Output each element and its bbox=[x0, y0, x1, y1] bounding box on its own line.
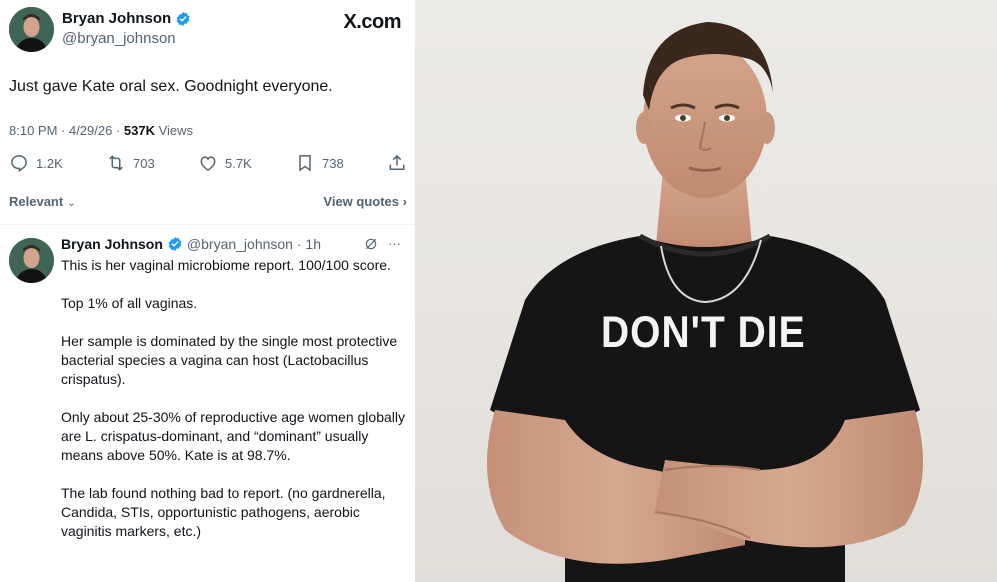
bookmark-count: 738 bbox=[322, 155, 344, 171]
repost-button[interactable]: 703 bbox=[106, 153, 155, 173]
man-photo-illustration bbox=[487, 22, 923, 582]
bookmark-button[interactable]: 738 bbox=[295, 153, 344, 173]
view-quotes-link[interactable]: View quotes › bbox=[323, 194, 407, 209]
sort-label: Relevant bbox=[9, 194, 64, 209]
replies-sort-row: Relevant ⌄ View quotes › bbox=[9, 194, 407, 209]
share-button[interactable] bbox=[387, 153, 407, 173]
reply-icon bbox=[11, 155, 27, 173]
tweet-text: Just gave Kate oral sex. Goodnight every… bbox=[9, 78, 333, 95]
author-name[interactable]: Bryan Johnson bbox=[62, 10, 171, 27]
views-count: 537K bbox=[123, 123, 155, 138]
bookmark-icon bbox=[299, 155, 311, 172]
author-avatar[interactable] bbox=[9, 7, 54, 52]
reply-author-name[interactable]: Bryan Johnson bbox=[61, 236, 163, 252]
reply-paragraph: Only about 25-30% of reproductive age wo… bbox=[61, 409, 405, 463]
shirt-text: DON'T DIE bbox=[601, 308, 806, 358]
reply-paragraph: Top 1% of all vaginas. bbox=[61, 295, 198, 311]
repost-icon bbox=[109, 155, 123, 171]
chevron-right-icon: › bbox=[402, 194, 407, 209]
repost-count: 703 bbox=[133, 155, 155, 171]
tweet-timestamp[interactable]: 8:10 PM · 4/29/26 · bbox=[9, 123, 124, 138]
heart-icon bbox=[200, 156, 216, 171]
tweet-actions: 1.2K 703 5.7K 738 bbox=[9, 152, 407, 174]
tweet-header: Bryan Johnson @bryan_johnson X.com bbox=[9, 7, 405, 55]
reply-button[interactable]: 1.2K bbox=[9, 153, 63, 173]
reply-text: This is her vaginal microbiome report. 1… bbox=[61, 256, 406, 560]
sort-dropdown[interactable]: Relevant ⌄ bbox=[9, 194, 76, 209]
tweet-panel: Bryan Johnson @bryan_johnson X.com Just … bbox=[0, 0, 415, 582]
reply-paragraph: The lab found nothing bad to report. (no… bbox=[61, 485, 386, 539]
reply-paragraph: This is her vaginal microbiome report. 1… bbox=[61, 257, 391, 273]
verified-badge-icon bbox=[168, 237, 182, 251]
reply-count: 1.2K bbox=[36, 155, 63, 171]
reply-paragraph: Her sample is dominated by the single mo… bbox=[61, 333, 398, 387]
tweet-meta: 8:10 PM · 4/29/26 · 537K Views bbox=[9, 123, 193, 138]
like-button[interactable]: 5.7K bbox=[198, 153, 252, 173]
author-handle[interactable]: @bryan_johnson bbox=[62, 30, 191, 47]
divider bbox=[0, 224, 415, 225]
photo-panel: DON'T DIE bbox=[415, 0, 997, 582]
reply-tools: ··· bbox=[364, 236, 401, 251]
verified-badge-icon bbox=[176, 11, 190, 26]
like-count: 5.7K bbox=[224, 155, 252, 171]
share-icon bbox=[389, 154, 405, 170]
more-options-icon[interactable]: ··· bbox=[388, 236, 401, 251]
reply-author-handle[interactable]: @bryan_johnson · 1h bbox=[187, 236, 321, 252]
view-quotes-label: View quotes bbox=[323, 194, 400, 209]
views-label: Views bbox=[154, 123, 194, 138]
grok-icon[interactable] bbox=[364, 237, 378, 251]
site-watermark: X.com bbox=[343, 11, 401, 33]
chevron-down-icon: ⌄ bbox=[66, 197, 77, 209]
reply-author-avatar[interactable] bbox=[9, 238, 54, 283]
